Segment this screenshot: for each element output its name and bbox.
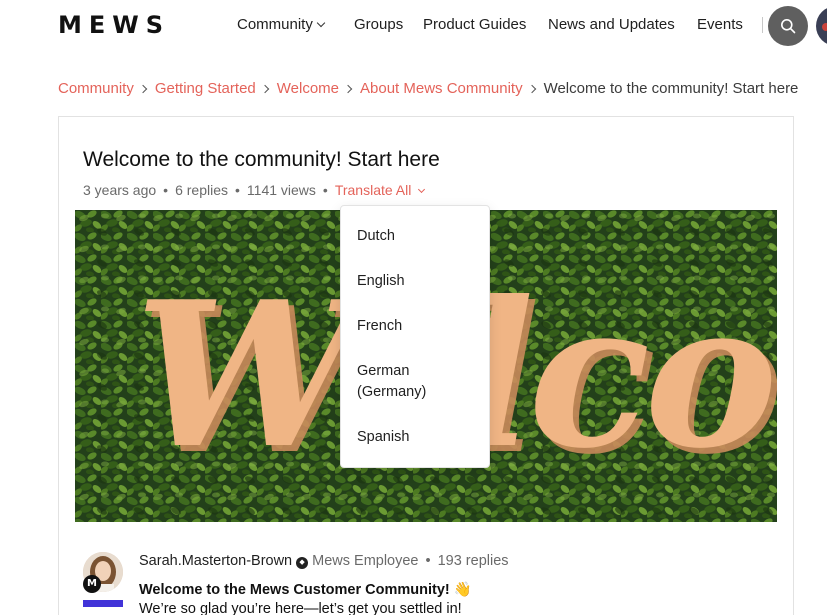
- rank-bar: [83, 600, 123, 607]
- nav-news-and-updates[interactable]: News and Updates: [548, 16, 675, 33]
- chevron-right-icon: [527, 84, 536, 94]
- author-line: Sarah.Masterton-Brown ◆ Mews Employee • 193 …: [139, 553, 509, 569]
- translate-dropdown-menu: Dutch English French German (Germany) Sp…: [340, 205, 490, 468]
- search-button[interactable]: [768, 6, 808, 46]
- chevron-right-icon: [138, 84, 148, 94]
- translate-option-german[interactable]: German (Germany): [357, 361, 477, 403]
- breadcrumb-welcome[interactable]: Welcome: [277, 80, 339, 97]
- nav-groups[interactable]: Groups: [354, 16, 403, 33]
- breadcrumb-current: Welcome to the community! Start here: [543, 80, 799, 97]
- post-age: 3 years ago: [83, 182, 157, 198]
- breadcrumb-community[interactable]: Community: [58, 80, 134, 97]
- chevron-down-icon: [316, 18, 326, 28]
- translate-option-english[interactable]: English: [357, 271, 477, 292]
- employee-badge-icon: ◆: [296, 557, 309, 569]
- post-replies[interactable]: 6 replies: [175, 182, 228, 198]
- post-meta: 3 years ago • 6 replies • 1141 views • Transla…: [83, 182, 426, 198]
- search-icon: [781, 19, 796, 34]
- translate-option-french[interactable]: French: [357, 316, 477, 337]
- nav-community-label: Community: [237, 16, 313, 33]
- post-body-heading: Welcome to the Mews Customer Community! …: [139, 582, 472, 598]
- nav-product-guides[interactable]: Product Guides: [423, 16, 526, 33]
- nav-community[interactable]: Community: [237, 16, 326, 33]
- translate-all-label: Translate All: [334, 182, 412, 198]
- breadcrumb-getting-started[interactable]: Getting Started: [155, 80, 256, 97]
- mews-logo[interactable]: MEWS: [58, 11, 170, 39]
- chevron-right-icon: [260, 84, 270, 94]
- chevron-right-icon: [343, 84, 353, 94]
- flag-icon: [822, 23, 827, 31]
- breadcrumb-about-mews-community[interactable]: About Mews Community: [360, 80, 523, 97]
- meta-separator: •: [235, 182, 240, 198]
- user-avatar-button[interactable]: [816, 6, 827, 46]
- meta-separator: •: [163, 182, 169, 198]
- mews-badge-icon: M: [83, 575, 101, 593]
- post-views: 1141 views: [246, 182, 316, 198]
- chevron-down-icon: [418, 185, 426, 194]
- post-body-intro: We’re so glad you’re here—let’s get you …: [139, 601, 462, 615]
- author-role: Mews Employee: [312, 553, 419, 569]
- author-name[interactable]: Sarah.Masterton-Brown: [139, 553, 292, 569]
- nav-divider: [762, 17, 763, 33]
- translate-option-dutch[interactable]: Dutch: [357, 226, 477, 247]
- meta-separator: •: [425, 553, 431, 569]
- translate-all-button[interactable]: Translate All: [334, 182, 426, 198]
- nav-events[interactable]: Events: [697, 16, 743, 33]
- translate-option-spanish[interactable]: Spanish: [357, 427, 477, 448]
- breadcrumb: Community Getting Started Welcome About Mew…: [58, 80, 798, 97]
- meta-separator: •: [322, 182, 328, 198]
- author-replies: 193 replies: [437, 553, 509, 569]
- page-title: Welcome to the community! Start here: [83, 148, 440, 171]
